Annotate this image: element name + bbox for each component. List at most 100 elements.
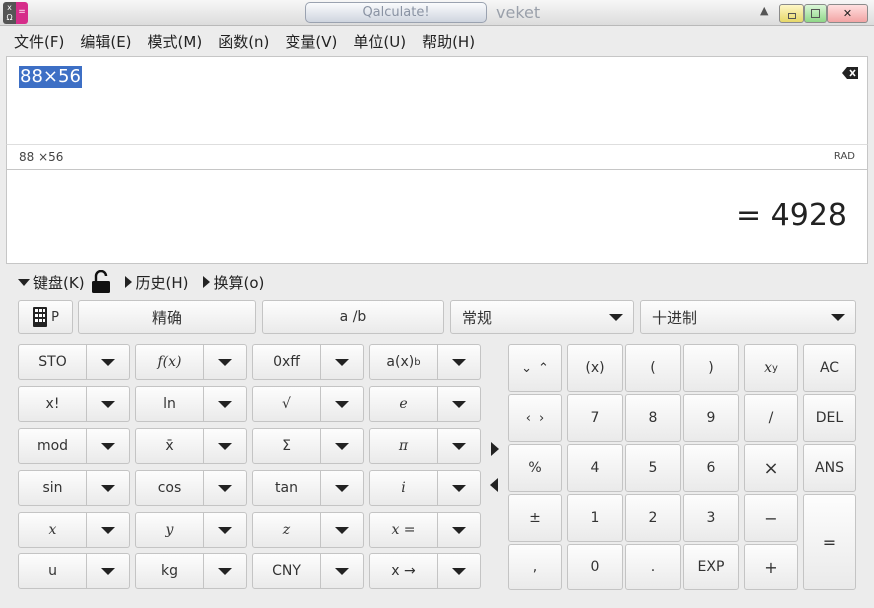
paren-group-button[interactable]: (x): [567, 344, 623, 392]
decimal-point-button[interactable]: .: [625, 544, 681, 590]
menu-functions[interactable]: 函数(n): [210, 27, 277, 55]
menu-units[interactable]: 单位(U): [345, 27, 414, 55]
number-base-combo[interactable]: 十进制: [640, 300, 856, 334]
history-toggle[interactable]: 历史(H): [124, 272, 189, 293]
summation-menu-button[interactable]: [321, 428, 364, 464]
expand-right-icon[interactable]: [491, 442, 499, 456]
backspace-icon[interactable]: [842, 67, 858, 79]
all-clear-button[interactable]: AC: [803, 344, 856, 392]
maximize-button[interactable]: [804, 4, 827, 23]
two-button[interactable]: 2: [625, 494, 681, 542]
currency-menu-button[interactable]: [321, 553, 364, 589]
factorial-menu-button[interactable]: [87, 386, 130, 422]
unlock-icon[interactable]: [91, 270, 111, 294]
function-menu-button[interactable]: [204, 344, 247, 380]
one-button[interactable]: 1: [567, 494, 623, 542]
summation-button[interactable]: Σ: [252, 428, 321, 464]
delete-button[interactable]: DEL: [803, 394, 856, 442]
menu-variables[interactable]: 变量(V): [277, 27, 345, 55]
solve-for-x-menu-button[interactable]: [438, 512, 481, 548]
open-paren-button[interactable]: (: [625, 344, 681, 392]
mean-button[interactable]: x̄: [135, 428, 204, 464]
kilogram-menu-button[interactable]: [204, 553, 247, 589]
nine-button[interactable]: 9: [683, 394, 739, 442]
modulo-menu-button[interactable]: [87, 428, 130, 464]
keypad-mode-button[interactable]: P: [18, 300, 73, 334]
natural-log-menu-button[interactable]: [204, 386, 247, 422]
close-button[interactable]: ✕: [827, 4, 868, 23]
history-navigation-button[interactable]: ⌄ ⌃: [508, 344, 562, 392]
menu-file[interactable]: 文件(F): [6, 27, 72, 55]
pi-menu-button[interactable]: [438, 428, 481, 464]
natural-log-button[interactable]: ln: [135, 386, 204, 422]
function-power-button[interactable]: a(x) b: [369, 344, 438, 380]
conversion-toggle[interactable]: 换算(o): [202, 272, 264, 293]
mean-menu-button[interactable]: [204, 428, 247, 464]
plusminus-button[interactable]: ±: [508, 494, 562, 542]
hex-mode-menu-button[interactable]: [321, 344, 364, 380]
keypad-toggle[interactable]: 键盘(K): [18, 272, 85, 293]
factorial-button[interactable]: x!: [18, 386, 87, 422]
hex-mode-button[interactable]: 0xff: [252, 344, 321, 380]
six-button[interactable]: 6: [683, 444, 739, 492]
sine-button[interactable]: sin: [18, 470, 87, 506]
eight-button[interactable]: 8: [625, 394, 681, 442]
euler-menu-button[interactable]: [438, 386, 481, 422]
comma-button[interactable]: ,: [508, 544, 562, 590]
variable-z-button[interactable]: z: [252, 512, 321, 548]
store-menu-button[interactable]: [87, 344, 130, 380]
four-button[interactable]: 4: [567, 444, 623, 492]
minus-button[interactable]: −: [744, 494, 798, 542]
variable-y-menu-button[interactable]: [204, 512, 247, 548]
variable-x-button[interactable]: x: [18, 512, 87, 548]
convert-to-button[interactable]: x →: [369, 553, 438, 589]
sine-menu-button[interactable]: [87, 470, 130, 506]
plus-button[interactable]: +: [744, 544, 798, 590]
function-button[interactable]: f(x): [135, 344, 204, 380]
convert-to-menu-button[interactable]: [438, 553, 481, 589]
exp-button[interactable]: EXP: [683, 544, 739, 590]
store-button[interactable]: STO: [18, 344, 87, 380]
cosine-button[interactable]: cos: [135, 470, 204, 506]
modulo-button[interactable]: mod: [18, 428, 87, 464]
multiply-button[interactable]: ×: [744, 444, 798, 492]
function-power-menu-button[interactable]: [438, 344, 481, 380]
minimize-button[interactable]: [779, 4, 804, 23]
tangent-menu-button[interactable]: [321, 470, 364, 506]
cursor-navigation-button[interactable]: ‹ ›: [508, 394, 562, 442]
close-paren-button[interactable]: ): [683, 344, 739, 392]
expand-left-icon[interactable]: [490, 478, 498, 492]
answer-button[interactable]: ANS: [803, 444, 856, 492]
equals-button[interactable]: =: [803, 494, 856, 590]
seven-button[interactable]: 7: [567, 394, 623, 442]
percent-button[interactable]: %: [508, 444, 562, 492]
menu-help[interactable]: 帮助(H): [414, 27, 483, 55]
kilogram-button[interactable]: kg: [135, 553, 204, 589]
angle-unit[interactable]: RAD: [834, 151, 855, 162]
square-root-button[interactable]: √: [252, 386, 321, 422]
unit-menu-button[interactable]: [87, 553, 130, 589]
menu-mode[interactable]: 模式(M): [140, 27, 211, 55]
currency-button[interactable]: CNY: [252, 553, 321, 589]
fraction-button[interactable]: a /b: [262, 300, 444, 334]
divide-button[interactable]: /: [744, 394, 798, 442]
always-on-top-icon[interactable]: ▲: [760, 4, 768, 17]
unit-button[interactable]: u: [18, 553, 87, 589]
expression-text[interactable]: 88×56: [19, 66, 82, 88]
menu-edit[interactable]: 编辑(E): [72, 27, 139, 55]
variable-z-menu-button[interactable]: [321, 512, 364, 548]
solve-for-x-button[interactable]: x =: [369, 512, 438, 548]
expression-input[interactable]: 88×56: [6, 56, 868, 144]
square-root-menu-button[interactable]: [321, 386, 364, 422]
imaginary-menu-button[interactable]: [438, 470, 481, 506]
tangent-button[interactable]: tan: [252, 470, 321, 506]
zero-button[interactable]: 0: [567, 544, 623, 590]
pi-button[interactable]: π: [369, 428, 438, 464]
imaginary-button[interactable]: i: [369, 470, 438, 506]
five-button[interactable]: 5: [625, 444, 681, 492]
power-button[interactable]: xy: [744, 344, 798, 392]
number-format-combo[interactable]: 常规: [450, 300, 634, 334]
variable-y-button[interactable]: y: [135, 512, 204, 548]
three-button[interactable]: 3: [683, 494, 739, 542]
variable-x-menu-button[interactable]: [87, 512, 130, 548]
